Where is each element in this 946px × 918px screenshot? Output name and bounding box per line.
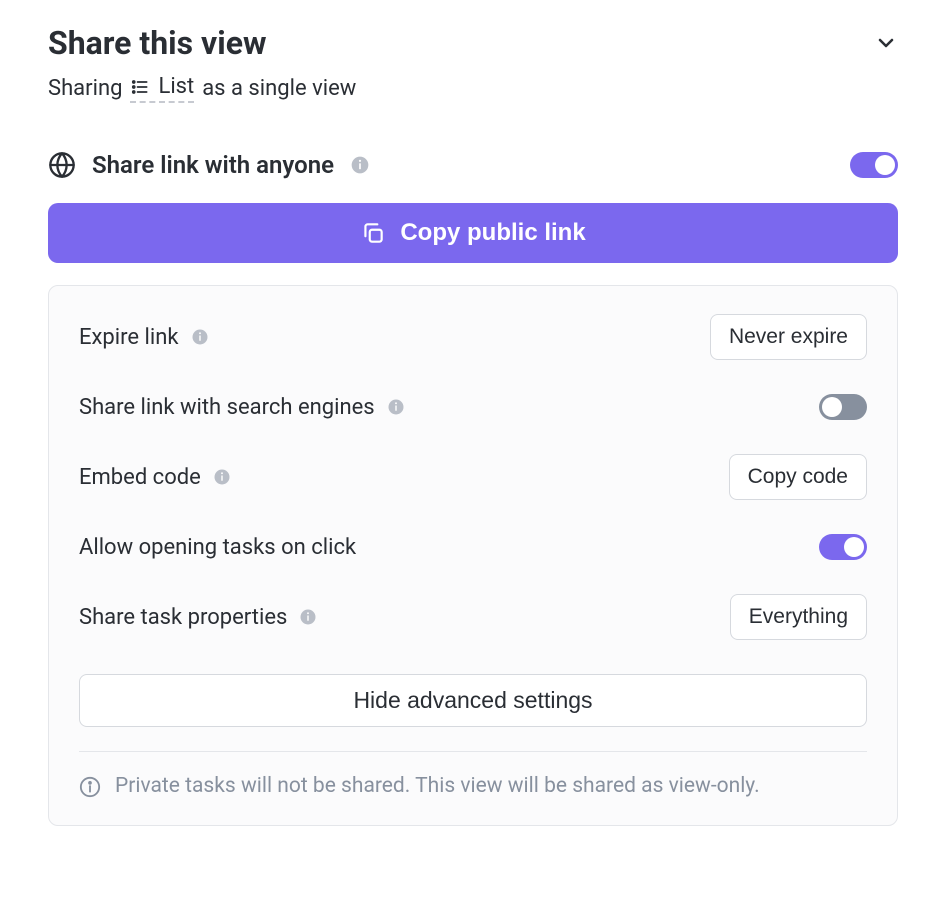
task-properties-label: Share task properties — [79, 605, 287, 630]
subheader-suffix: as a single view — [202, 76, 356, 101]
dialog-header: Share this view — [48, 24, 898, 62]
expire-link-button[interactable]: Never expire — [710, 314, 867, 360]
advanced-settings-panel: Expire link Never expire Share link with… — [48, 285, 898, 826]
search-engines-toggle[interactable] — [819, 394, 867, 420]
info-icon[interactable] — [387, 398, 405, 416]
copy-embed-code-button[interactable]: Copy code — [729, 454, 867, 500]
footer-note: Private tasks will not be shared. This v… — [79, 772, 867, 801]
allow-opening-toggle[interactable] — [819, 534, 867, 560]
info-icon — [79, 776, 101, 798]
info-icon[interactable] — [350, 155, 370, 175]
subheader-prefix: Sharing — [48, 76, 122, 101]
allow-opening-row: Allow opening tasks on click — [79, 534, 867, 560]
search-engines-row: Share link with search engines — [79, 394, 867, 420]
allow-opening-left: Allow opening tasks on click — [79, 535, 356, 560]
expire-link-row: Expire link Never expire — [79, 314, 867, 360]
expire-link-label: Expire link — [79, 325, 179, 350]
copy-icon — [360, 220, 386, 246]
dialog-title: Share this view — [48, 24, 266, 62]
task-properties-left: Share task properties — [79, 605, 317, 630]
share-link-toggle[interactable] — [850, 152, 898, 178]
embed-code-left: Embed code — [79, 465, 231, 490]
globe-icon — [48, 151, 76, 179]
collapse-chevron-icon[interactable] — [874, 31, 898, 55]
list-icon — [130, 77, 150, 97]
share-link-left: Share link with anyone — [48, 151, 370, 179]
divider — [79, 751, 867, 752]
copy-public-link-button[interactable]: Copy public link — [48, 203, 898, 263]
embed-code-row: Embed code Copy code — [79, 454, 867, 500]
task-properties-button[interactable]: Everything — [730, 594, 867, 640]
search-engines-label: Share link with search engines — [79, 395, 375, 420]
view-selector[interactable]: List — [130, 74, 194, 103]
copy-button-label: Copy public link — [400, 219, 585, 247]
info-icon[interactable] — [299, 608, 317, 626]
view-name: List — [158, 74, 194, 99]
embed-code-label: Embed code — [79, 465, 201, 490]
footer-note-text: Private tasks will not be shared. This v… — [115, 772, 760, 801]
expire-link-left: Expire link — [79, 325, 209, 350]
share-link-label: Share link with anyone — [92, 151, 334, 179]
info-icon[interactable] — [213, 468, 231, 486]
info-icon[interactable] — [191, 328, 209, 346]
hide-advanced-settings-button[interactable]: Hide advanced settings — [79, 674, 867, 727]
share-link-row: Share link with anyone — [48, 151, 898, 179]
allow-opening-label: Allow opening tasks on click — [79, 535, 356, 560]
task-properties-row: Share task properties Everything — [79, 594, 867, 640]
search-engines-left: Share link with search engines — [79, 395, 405, 420]
subheader: Sharing List as a single view — [48, 74, 898, 103]
